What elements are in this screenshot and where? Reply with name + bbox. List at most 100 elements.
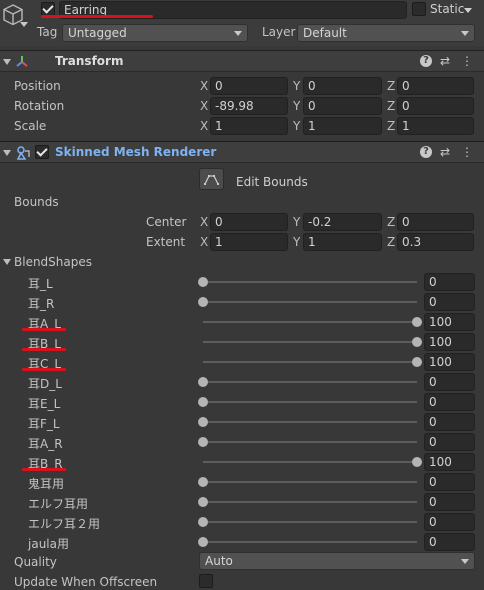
blendshape-slider-thumb[interactable] <box>198 297 208 307</box>
blendshape-value-field[interactable]: 100 <box>424 313 475 331</box>
blendshapes-fold-arrow[interactable] <box>3 259 11 265</box>
transform-fold-arrow[interactable] <box>3 59 11 65</box>
tag-label: Tag <box>37 25 58 39</box>
blendshape-name: 耳_L <box>28 277 53 291</box>
transform-header[interactable]: Transform ? ⇄ ⋮ <box>0 50 484 72</box>
rotation-x-value: -89.98 <box>215 99 254 113</box>
edit-bounds-label: Edit Bounds <box>236 175 308 189</box>
blendshape-value-field[interactable]: 100 <box>424 453 475 471</box>
layer-dropdown[interactable]: Default <box>297 24 475 42</box>
blendshape-slider-thumb[interactable] <box>198 477 208 487</box>
blendshape-value: 0 <box>429 415 437 429</box>
smr-fold-arrow[interactable] <box>3 150 11 156</box>
blendshape-value-field[interactable]: 0 <box>424 473 475 491</box>
gameobject-icon-dropdown-arrow[interactable] <box>20 22 28 27</box>
blendshape-slider-thumb[interactable] <box>198 497 208 507</box>
static-dropdown-arrow[interactable] <box>464 8 472 13</box>
position-z-field[interactable]: 0 <box>397 77 474 95</box>
update-when-offscreen-checkbox[interactable] <box>199 574 213 588</box>
extent-z-field[interactable]: 0.3 <box>397 233 474 251</box>
blendshape-slider-track[interactable] <box>203 441 417 443</box>
rotation-y-field[interactable]: 0 <box>303 97 382 115</box>
blendshape-slider-track[interactable] <box>203 381 417 383</box>
blendshape-slider-thumb[interactable] <box>412 337 422 347</box>
annotation-underline <box>22 348 66 351</box>
scale-z-value: 1 <box>402 119 410 133</box>
quality-dropdown-arrow-icon <box>461 559 469 564</box>
blendshape-value-field[interactable]: 0 <box>424 413 475 431</box>
smr-enabled-checkbox[interactable] <box>35 145 49 159</box>
quality-dropdown[interactable]: Auto <box>199 552 475 570</box>
blendshape-slider-track[interactable] <box>203 541 417 543</box>
blendshape-slider-thumb[interactable] <box>198 397 208 407</box>
blendshape-value-field[interactable]: 100 <box>424 353 475 371</box>
blendshape-slider-thumb[interactable] <box>412 317 422 327</box>
blendshape-slider-thumb[interactable] <box>412 357 422 367</box>
center-z-field[interactable]: 0 <box>397 213 474 231</box>
scale-y-field[interactable]: 1 <box>303 117 382 135</box>
position-y-field[interactable]: 0 <box>303 77 382 95</box>
blendshape-slider-track[interactable] <box>203 401 417 403</box>
blendshape-slider-thumb[interactable] <box>198 277 208 287</box>
presets-icon[interactable]: ⇄ <box>440 146 450 158</box>
static-checkbox[interactable] <box>412 2 426 16</box>
blendshape-slider-track[interactable] <box>203 481 417 483</box>
blendshape-value-field[interactable]: 0 <box>424 373 475 391</box>
center-y-field[interactable]: -0.2 <box>303 213 382 231</box>
scale-x-field[interactable]: 1 <box>210 117 288 135</box>
blendshape-value-field[interactable]: 0 <box>424 393 475 411</box>
extent-x-field[interactable]: 1 <box>210 233 288 251</box>
edit-bounds-button[interactable] <box>199 168 224 190</box>
menu-icon[interactable]: ⋮ <box>461 146 473 158</box>
axis-x-label: X <box>200 235 209 249</box>
help-icon[interactable]: ? <box>420 55 432 67</box>
skinned-mesh-renderer-icon <box>16 146 30 160</box>
blendshape-value: 0 <box>429 515 437 529</box>
center-y-value: -0.2 <box>308 215 332 229</box>
blendshape-slider-thumb[interactable] <box>412 457 422 467</box>
position-y-value: 0 <box>308 79 316 93</box>
blendshape-slider-track[interactable] <box>203 341 417 343</box>
rotation-x-field[interactable]: -89.98 <box>210 97 288 115</box>
blendshape-slider-track[interactable] <box>203 301 417 303</box>
annotation-underline-name <box>41 15 153 18</box>
blendshape-slider-track[interactable] <box>203 361 417 363</box>
blendshape-value: 100 <box>429 355 452 369</box>
rotation-y-value: 0 <box>308 99 316 113</box>
position-x-field[interactable]: 0 <box>210 77 288 95</box>
menu-icon[interactable]: ⋮ <box>461 55 473 67</box>
blendshape-value-field[interactable]: 0 <box>424 273 475 291</box>
smr-header[interactable]: Skinned Mesh Renderer ? ⇄ ⋮ <box>0 141 484 163</box>
blendshape-value-field[interactable]: 0 <box>424 493 475 511</box>
blendshape-slider-thumb[interactable] <box>198 417 208 427</box>
blendshape-value-field[interactable]: 0 <box>424 433 475 451</box>
update-when-offscreen-label: Update When Offscreen <box>14 575 158 589</box>
blendshape-slider-thumb[interactable] <box>198 377 208 387</box>
blendshape-slider-track[interactable] <box>203 281 417 283</box>
axis-x-label: X <box>200 215 209 229</box>
blendshape-slider-thumb[interactable] <box>198 437 208 447</box>
blendshape-name: 鬼耳用 <box>28 477 65 491</box>
blendshape-slider-track[interactable] <box>203 501 417 503</box>
blendshape-value-field[interactable]: 0 <box>424 513 475 531</box>
presets-icon[interactable]: ⇄ <box>440 55 450 67</box>
gameobject-active-checkbox[interactable] <box>41 2 55 16</box>
axis-x-label: X <box>200 119 209 133</box>
extent-y-field[interactable]: 1 <box>303 233 382 251</box>
blendshape-slider-track[interactable] <box>203 321 417 323</box>
blendshape-value-field[interactable]: 0 <box>424 293 475 311</box>
gameobject-header: Earring Static Tag Untagged Layer Defaul… <box>0 0 484 46</box>
tag-dropdown[interactable]: Untagged <box>62 24 248 42</box>
blendshape-slider-track[interactable] <box>203 421 417 423</box>
scale-z-field[interactable]: 1 <box>397 117 474 135</box>
blendshape-slider-thumb[interactable] <box>198 537 208 547</box>
blendshape-value-field[interactable]: 0 <box>424 533 475 551</box>
blendshape-slider-thumb[interactable] <box>198 517 208 527</box>
help-icon[interactable]: ? <box>420 146 432 158</box>
blendshape-value-field[interactable]: 100 <box>424 333 475 351</box>
rotation-z-field[interactable]: 0 <box>397 97 474 115</box>
center-x-field[interactable]: 0 <box>210 213 288 231</box>
position-label: Position <box>14 79 61 93</box>
blendshape-slider-track[interactable] <box>203 461 417 463</box>
blendshape-slider-track[interactable] <box>203 521 417 523</box>
